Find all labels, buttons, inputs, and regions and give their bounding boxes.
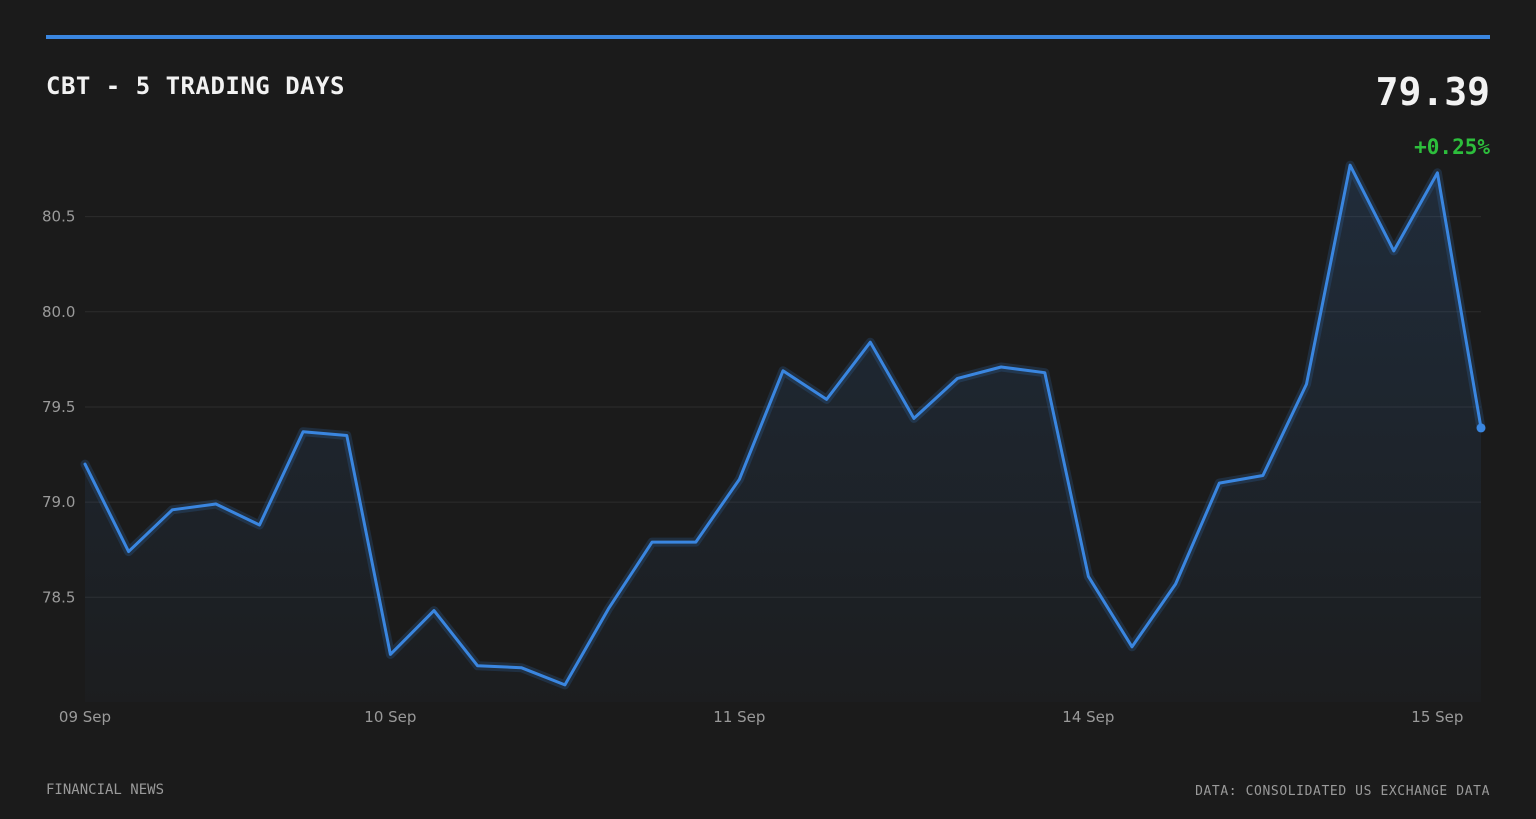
data-point [1000,365,1003,368]
data-point [563,683,566,686]
data-point [302,430,305,433]
x-axis-ticks: 09 Sep 10 Sep 11 Sep 14 Sep 15 Sep [59,708,1464,726]
data-point [1392,249,1395,252]
data-point [607,607,610,610]
price-area [85,165,1481,702]
footer-source: FINANCIAL NEWS [46,782,165,798]
y-tick-label: 80.0 [42,303,75,321]
data-point [782,369,785,372]
data-point [1305,383,1308,386]
x-tick-label: 14 Sep [1062,708,1114,726]
x-tick-label: 15 Sep [1411,708,1463,726]
data-point [651,541,654,544]
data-point [1131,645,1134,648]
data-point [1087,575,1090,578]
data-point [1349,164,1352,167]
data-point [433,609,436,612]
footer-data-credit: DATA: CONSOLIDATED US EXCHANGE DATA [1195,784,1490,799]
data-point [171,508,174,511]
y-axis-ticks: 78.5 79.0 79.5 80.0 80.5 [42,208,75,607]
chart-card: CBT - 5 TRADING DAYS 79.39 +0.25% 78.5 79… [0,0,1536,819]
data-point [214,503,217,506]
data-point [1261,474,1264,477]
x-tick-label: 09 Sep [59,708,111,726]
data-point [869,341,872,344]
data-point [1174,582,1177,585]
y-tick-label: 80.5 [42,208,75,226]
y-tick-label: 79.5 [42,398,75,416]
data-point [258,523,261,526]
data-point [520,666,523,669]
data-point [389,653,392,656]
data-point [825,398,828,401]
data-point [912,417,915,420]
data-point [738,478,741,481]
y-tick-label: 78.5 [42,588,75,606]
data-point [1218,482,1221,485]
last-point-marker [1476,423,1486,433]
x-tick-label: 10 Sep [364,708,416,726]
data-point [127,550,130,553]
x-tick-label: 11 Sep [713,708,765,726]
data-point [956,377,959,380]
data-point [1043,371,1046,374]
price-chart: 78.5 79.0 79.5 80.0 80.5 09 Sep 10 Sep 11 Sep 1… [42,160,1486,726]
data-point [476,664,479,667]
data-point [1436,171,1439,174]
series-price [80,160,1486,702]
y-tick-label: 79.0 [42,493,75,511]
data-point [84,463,87,466]
data-point [345,434,348,437]
data-point [694,541,697,544]
